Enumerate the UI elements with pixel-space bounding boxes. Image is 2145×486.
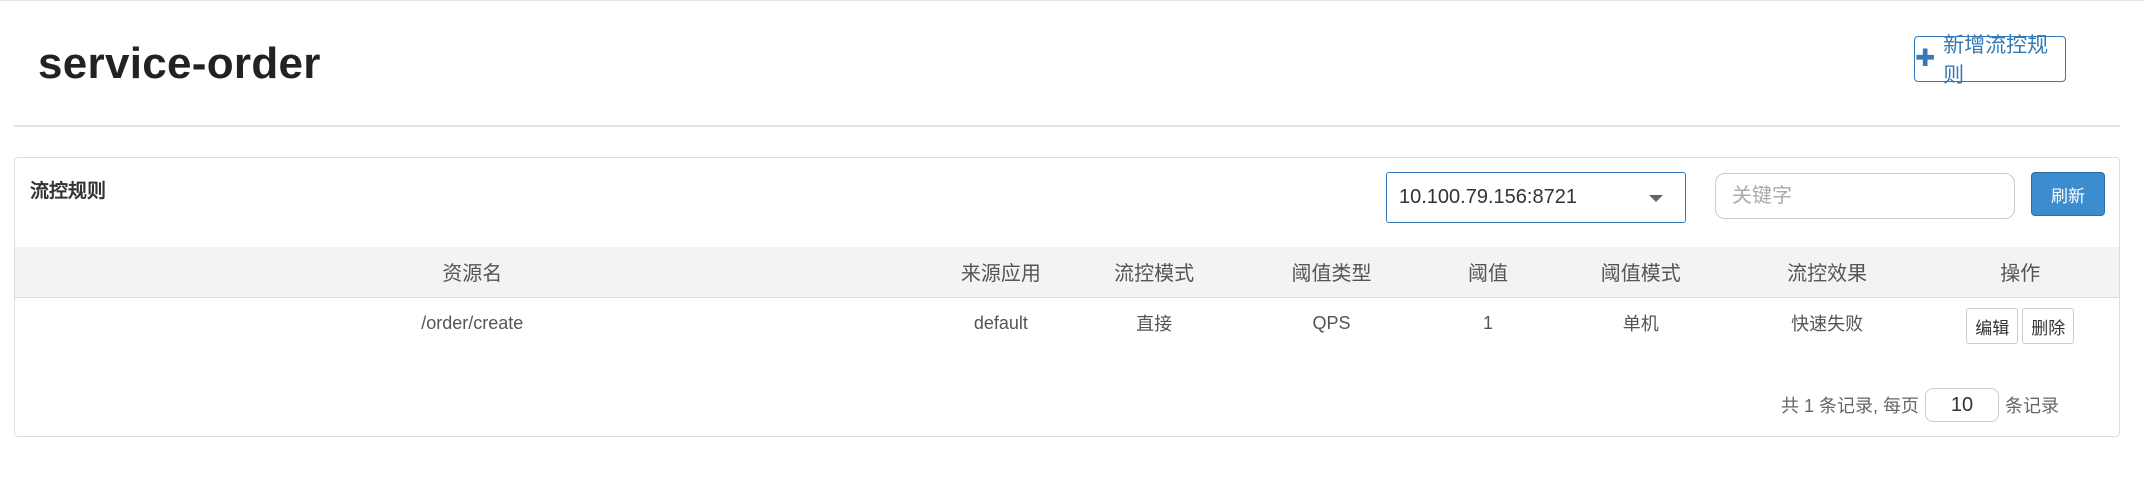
cell-limit-app: default	[973, 312, 1028, 333]
edit-button[interactable]: 编辑	[1966, 308, 2019, 345]
column-header-resource: 资源名	[15, 247, 930, 298]
flow-rules-panel: 流控规则 10.100.79.156:8721 刷新 资源名 来源应用	[14, 157, 2120, 437]
cell-cluster-mode: 单机	[1622, 314, 1659, 335]
cell-control-behavior: 快速失败	[1791, 314, 1864, 335]
panel-title: 流控规则	[30, 181, 107, 202]
plus-icon: ✚	[1915, 45, 1936, 72]
table-header-row: 资源名 来源应用 流控模式 阈值类型 阈值 阈值模式 流控效果 操作	[15, 247, 2119, 298]
column-header-operations: 操作	[1921, 247, 2119, 298]
pagination-suffix-text: 条记录	[2005, 396, 2059, 416]
pagination-total-text: 共 1 条记录, 每页	[1780, 396, 1919, 416]
machine-select-value: 10.100.79.156:8721	[1399, 186, 1577, 208]
pagination: 共 1 条记录, 每页 条记录	[1781, 388, 2059, 422]
page-header: service-order ✚ 新增流控规则	[14, 0, 2120, 126]
page-size-input[interactable]	[1925, 388, 1999, 422]
cell-count: 1	[1482, 312, 1493, 333]
cell-grade: QPS	[1312, 312, 1351, 333]
column-header-count: 阈值	[1427, 247, 1549, 298]
add-flow-rule-label: 新增流控规则	[1943, 34, 2049, 87]
cell-resource: /order/create	[421, 312, 524, 333]
page-title: service-order	[38, 39, 321, 88]
machine-select[interactable]: 10.100.79.156:8721	[1386, 172, 1686, 223]
cell-operations: 编辑 删除	[1922, 297, 2119, 349]
rules-table: 资源名 来源应用 流控模式 阈值类型 阈值 阈值模式 流控效果 操作 /orde…	[15, 247, 2119, 349]
add-flow-rule-button[interactable]: ✚ 新增流控规则	[1914, 34, 2066, 87]
chevron-down-icon	[1649, 195, 1663, 202]
column-header-grade: 阈值类型	[1236, 247, 1428, 298]
column-header-limit-app: 来源应用	[929, 247, 1073, 298]
refresh-button[interactable]: 刷新	[2031, 172, 2105, 216]
cell-strategy: 直接	[1136, 314, 1173, 335]
column-header-strategy: 流控模式	[1072, 247, 1237, 298]
keyword-search-input[interactable]	[1715, 173, 2015, 219]
column-header-cluster-mode: 阈值模式	[1548, 247, 1733, 298]
column-header-control-behavior: 流控效果	[1732, 247, 1922, 298]
delete-button[interactable]: 删除	[2022, 308, 2075, 345]
page: service-order ✚ 新增流控规则 流控规则 10.100.79.15…	[0, 0, 2145, 486]
table-row: /order/create default 直接 QPS 1 单机 快速失败 编…	[15, 297, 2119, 349]
header-divider	[14, 125, 2120, 127]
